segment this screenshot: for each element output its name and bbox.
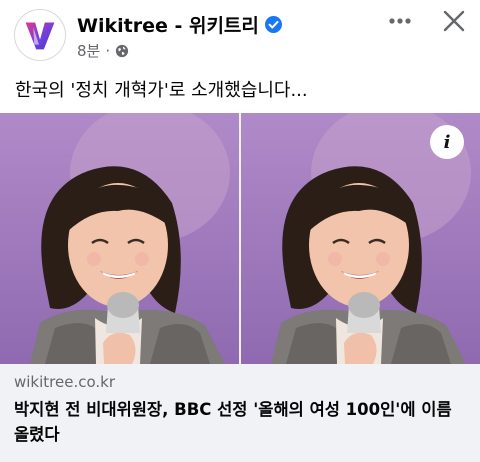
info-icon[interactable]: i [430,125,464,159]
link-title[interactable]: 박지현 전 비대위원장, BBC 선정 '올해의 여성 100인'에 이름 올렸… [14,397,470,447]
portrait-photo [0,113,239,364]
link-domain: wikitree.co.kr [14,373,116,391]
post-time[interactable]: 8분 [77,40,100,61]
page-avatar[interactable] [14,9,66,61]
post-text: 한국의 '정치 개혁가'로 소개했습니다... [15,80,308,101]
post-photo-left[interactable] [0,113,239,364]
wikitree-logo-icon [25,22,55,50]
link-preview-card[interactable]: wikitree.co.kr 박지현 전 비대위원장, BBC 선정 '올해의 … [0,364,480,462]
meta-separator: · [105,41,111,60]
globe-icon[interactable] [115,44,129,58]
page-name-text[interactable]: Wikitree - 위키트리 [77,11,259,38]
post-meta: 8분 · [77,40,129,61]
close-icon[interactable] [441,8,467,34]
more-dots-icon[interactable] [388,14,412,28]
verified-badge-icon [264,16,282,33]
page-name[interactable]: Wikitree - 위키트리 [77,11,282,38]
post-media[interactable] [0,113,480,364]
post-header: Wikitree - 위키트리 8분 · [0,0,480,66]
